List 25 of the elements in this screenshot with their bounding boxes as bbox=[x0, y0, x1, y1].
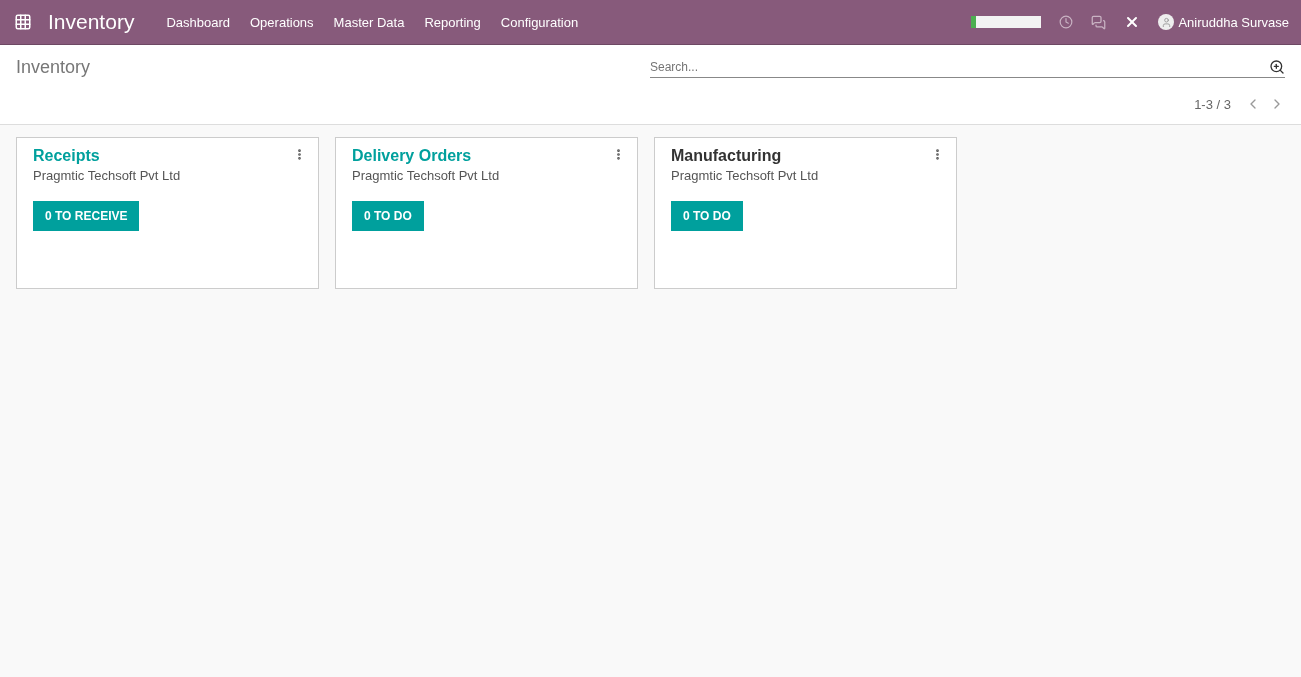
chat-icon[interactable] bbox=[1091, 14, 1107, 30]
card-title[interactable]: Receipts bbox=[33, 147, 100, 165]
menu-item[interactable]: Configuration bbox=[500, 14, 579, 30]
progress-bar bbox=[971, 16, 1042, 28]
company-name: Pragmtic Techsoft Pvt Ltd bbox=[671, 168, 820, 183]
user-name[interactable]: Aniruddha Survase bbox=[1178, 14, 1289, 30]
action-button[interactable]: 0 TO DO bbox=[352, 201, 424, 231]
card-title: Manufacturing bbox=[671, 147, 782, 165]
apps-menu-icon[interactable] bbox=[14, 13, 32, 31]
card-title[interactable]: Delivery Orders bbox=[352, 147, 472, 165]
search-field[interactable]: Search... bbox=[650, 57, 1285, 78]
pager-value: 1-3 / 3 bbox=[1194, 96, 1231, 112]
menu-item[interactable]: Dashboard bbox=[166, 14, 230, 30]
app-title: Inventory bbox=[48, 10, 135, 34]
avatar-icon[interactable] bbox=[1158, 14, 1175, 30]
menu-item[interactable]: Master Data bbox=[333, 14, 405, 30]
menu-item[interactable]: Reporting bbox=[424, 14, 481, 30]
action-button[interactable]: 0 TO RECEIVE bbox=[33, 201, 140, 231]
company-name: Pragmtic Techsoft Pvt Ltd bbox=[33, 168, 182, 183]
clock-icon[interactable] bbox=[1059, 15, 1074, 29]
breadcrumb: Inventory bbox=[16, 57, 92, 78]
company-name: Pragmtic Techsoft Pvt Ltd bbox=[352, 168, 501, 183]
search-icon[interactable] bbox=[1269, 59, 1285, 75]
menu-item[interactable]: Operations bbox=[250, 14, 314, 30]
action-button[interactable]: 0 TO DO bbox=[671, 201, 743, 231]
